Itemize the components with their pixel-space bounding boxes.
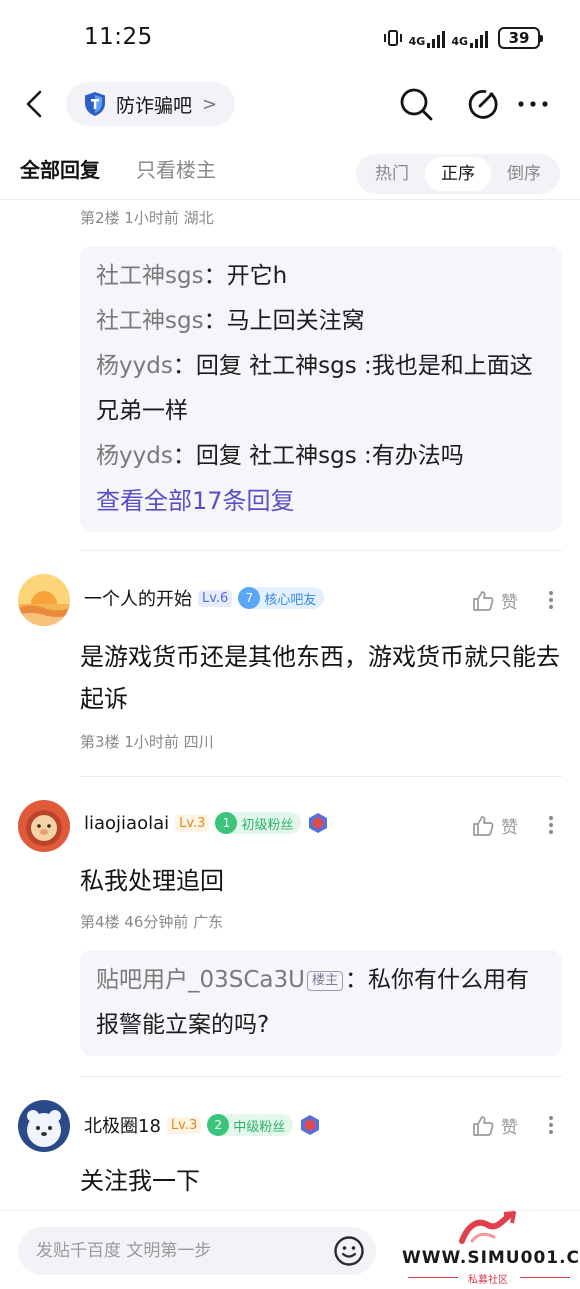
watermark-label: 私募社区 xyxy=(468,1275,508,1286)
user-info: 一个人的开始 Lv.6 7 核心吧友 xyxy=(84,585,325,611)
level-badge: Lv.3 xyxy=(166,1116,202,1134)
more-options-icon[interactable] xyxy=(548,1116,554,1134)
fan-label: 中级粉丝 xyxy=(233,1119,286,1135)
sub-reply-name[interactable]: 社工神sgs xyxy=(96,263,204,289)
status-icons: 4G 4G 39 xyxy=(383,27,543,49)
thumbs-up-icon xyxy=(473,815,494,836)
sub-reply: 杨yyds：回复 社工神sgs :我也是和上面这兄弟一样 xyxy=(96,353,533,424)
post-content: 关注我一下 xyxy=(80,1167,200,1195)
tab-all-replies[interactable]: 全部回复 xyxy=(20,154,100,183)
signal-bars-icon xyxy=(470,28,488,48)
watermark: WWW.SIMU001.CN 私募社区 xyxy=(400,1211,580,1289)
status-time: 11:25 xyxy=(84,24,153,50)
fan-badge: 2 中级粉丝 xyxy=(207,1114,294,1136)
like-label: 赞 xyxy=(501,593,518,613)
sub-reply: 贴吧用户_03SCa3U 楼主 ：私你有什么用有报警能立案的吗? xyxy=(96,967,530,1038)
username[interactable]: 北极圈18 xyxy=(84,1112,161,1138)
signal-2: 4G xyxy=(451,28,488,48)
post-content: 是游戏货币还是其他东西，游戏货币就只能去起诉 xyxy=(80,643,560,713)
like-button[interactable]: 赞 xyxy=(471,813,518,838)
username[interactable]: 一个人的开始 xyxy=(84,585,192,611)
user-info: 北极圈18 Lv.3 2 中级粉丝 xyxy=(84,1112,321,1138)
thumbs-up-icon xyxy=(473,590,494,611)
floor-meta: 第3楼 1小时前 四川 xyxy=(80,733,214,751)
sub-reply: 社工神sgs：开它h xyxy=(96,263,288,289)
post-content: 私我处理追回 xyxy=(80,867,224,895)
fan-label: 初级粉丝 xyxy=(241,817,294,833)
avatar[interactable] xyxy=(18,574,70,626)
avatar[interactable] xyxy=(18,1100,70,1152)
user-info: liaojiaolai Lv.3 1 初级粉丝 xyxy=(84,812,329,834)
sort-toggle: 热门 正序 倒序 xyxy=(356,154,560,194)
shield-icon xyxy=(85,92,105,116)
sub-reply-text: 马上回关注窝 xyxy=(226,308,365,334)
floor-meta: 第4楼 46分钟前 广东 xyxy=(80,913,224,931)
signal-1: 4G xyxy=(409,28,446,48)
vibrate-icon xyxy=(383,30,402,46)
sub-replies[interactable]: 贴吧用户_03SCa3U 楼主 ：私你有什么用有报警能立案的吗? xyxy=(80,950,562,1056)
sub-reply-text: 开它h xyxy=(226,263,288,289)
sort-descending[interactable]: 倒序 xyxy=(491,157,557,191)
more-icon[interactable] xyxy=(515,86,551,122)
view-all-replies-link[interactable]: 查看全部17条回复 xyxy=(96,479,562,523)
level-badge: Lv.6 xyxy=(198,589,233,607)
like-label: 赞 xyxy=(501,1118,518,1138)
medal-icon xyxy=(309,813,328,833)
divider xyxy=(80,1076,562,1077)
fan-label: 核心吧友 xyxy=(264,592,317,608)
thumbs-up-icon xyxy=(473,1115,494,1136)
fan-level: 7 xyxy=(238,587,261,609)
sub-reply-name[interactable]: 杨yyds xyxy=(96,443,173,469)
forum-link[interactable]: 防诈骗吧 > xyxy=(66,82,236,126)
sub-reply-name[interactable]: 贴吧用户_03SCa3U xyxy=(96,967,305,993)
avatar[interactable] xyxy=(18,800,70,852)
back-arrow-icon[interactable] xyxy=(22,88,50,120)
fan-level: 2 xyxy=(207,1114,230,1136)
fan-badge: 1 初级粉丝 xyxy=(215,812,302,834)
level-badge: Lv.3 xyxy=(175,814,210,832)
search-icon[interactable] xyxy=(398,86,434,122)
watermark-logo xyxy=(459,1211,516,1244)
signal-bars-icon xyxy=(427,28,446,48)
forum-name: 防诈骗吧 xyxy=(116,94,193,117)
sub-reply-text: 回复 社工神sgs :有办法吗 xyxy=(195,443,464,469)
sub-reply: 杨yyds：回复 社工神sgs :有办法吗 xyxy=(96,443,464,469)
battery-indicator: 39 xyxy=(498,27,543,49)
network-type-1: 4G xyxy=(408,35,426,48)
network-type-2: 4G xyxy=(451,35,468,48)
status-bar: 11:25 4G 4G 39 xyxy=(0,0,580,78)
divider xyxy=(80,550,562,551)
sub-reply: 社工神sgs：马上回关注窝 xyxy=(96,308,365,334)
watermark-site: WWW.SIMU001.CN xyxy=(402,1248,580,1268)
reply-filter-tabs: 全部回复 只看楼主 热门 正序 倒序 xyxy=(0,146,580,200)
tab-only-owner[interactable]: 只看楼主 xyxy=(136,154,216,183)
chevron-right-icon: > xyxy=(202,93,218,115)
edit-icon[interactable] xyxy=(464,86,500,122)
like-button[interactable]: 赞 xyxy=(471,1113,518,1138)
comment-input[interactable]: 发贴千百度 文明第一步 xyxy=(18,1227,376,1275)
like-button[interactable]: 赞 xyxy=(471,588,518,613)
sub-replies[interactable]: 社工神sgs：开它h 社工神sgs：马上回关注窝 杨yyds：回复 社工神sgs… xyxy=(80,246,562,532)
divider xyxy=(80,776,562,777)
owner-tag: 楼主 xyxy=(307,971,344,991)
more-options-icon[interactable] xyxy=(548,591,554,609)
username[interactable]: liaojiaolai xyxy=(84,813,169,834)
like-label: 赞 xyxy=(501,818,518,838)
medal-icon xyxy=(301,1115,320,1135)
comment-bar: 发贴千百度 文明第一步 WWW.SIMU001.CN 私募社区 xyxy=(0,1210,580,1289)
more-options-icon[interactable] xyxy=(548,816,554,834)
floor-meta: 第2楼 1小时前 湖北 xyxy=(80,209,214,227)
emoji-icon[interactable] xyxy=(333,1235,365,1267)
sub-reply-name[interactable]: 社工神sgs xyxy=(96,308,204,334)
fan-level: 1 xyxy=(215,812,238,834)
sub-reply-name[interactable]: 杨yyds xyxy=(96,353,173,379)
top-nav: 防诈骗吧 > xyxy=(0,78,580,130)
sort-ascending[interactable]: 正序 xyxy=(425,157,491,191)
sort-hot[interactable]: 热门 xyxy=(359,157,425,191)
fan-badge: 7 核心吧友 xyxy=(238,587,325,609)
